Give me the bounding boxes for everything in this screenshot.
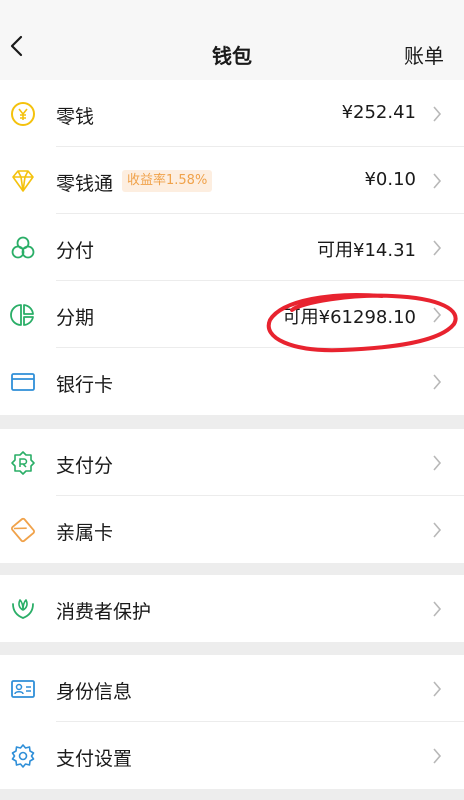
wallet-row-fenqi[interactable]: 分期 可用¥61298.10 (0, 281, 464, 348)
card-icon (11, 373, 35, 391)
chevron-right-icon (433, 681, 442, 697)
chevron-right-icon (433, 307, 442, 323)
gear-icon (11, 744, 35, 768)
wallet-row-bankcard[interactable]: 银行卡 (0, 348, 464, 415)
bill-link[interactable]: 账单 (404, 40, 444, 69)
row-label: 支付分 (56, 455, 114, 477)
wallet-row-fenfu[interactable]: 分付 可用¥14.31 (0, 214, 464, 281)
chevron-right-icon (433, 374, 442, 390)
row-label: 亲属卡 (56, 522, 114, 544)
chevron-right-icon (433, 601, 442, 617)
chevron-right-icon (433, 455, 442, 471)
settings-group: 身份信息 支付设置 (0, 655, 464, 789)
wallet-row-payscore[interactable]: 支付分 (0, 429, 464, 496)
row-value: ¥252.41 (341, 102, 416, 123)
row-label: 身份信息 (56, 681, 133, 703)
row-label: 分期 (56, 307, 95, 329)
circles-icon (11, 236, 35, 259)
chevron-right-icon (433, 173, 442, 189)
row-label: 零钱通 (56, 173, 114, 195)
top-bar: 钱包 账单 (0, 0, 464, 81)
row-label: 支付设置 (56, 748, 133, 770)
row-label: 零钱 (56, 106, 95, 128)
wallet-row-pay-settings[interactable]: 支付设置 (0, 722, 464, 789)
wallet-row-change[interactable]: 零钱 ¥252.41 (0, 80, 464, 147)
row-label: 银行卡 (56, 374, 114, 396)
row-value: 可用¥14.31 (317, 240, 416, 261)
wallet-row-familycard[interactable]: 亲属卡 (0, 496, 464, 563)
wallet-row-identity[interactable]: 身份信息 (0, 655, 464, 722)
chevron-right-icon (433, 748, 442, 764)
wallet-row-consumer-protection[interactable]: 消费者保护 (0, 575, 464, 642)
row-value: 可用¥61298.10 (282, 307, 416, 328)
badge-icon (11, 451, 35, 475)
yield-badge: 收益率1.58% (122, 170, 213, 192)
coin-icon (11, 102, 35, 126)
protect-icon (12, 599, 34, 619)
chevron-right-icon (433, 522, 442, 538)
row-label: 分付 (56, 240, 95, 262)
page-title: 钱包 (212, 44, 252, 68)
id-card-icon (11, 680, 35, 698)
wallet-row-lingqiantong[interactable]: 零钱通 收益率1.58% ¥0.10 (0, 147, 464, 214)
chevron-right-icon (433, 106, 442, 122)
chevron-right-icon (433, 240, 442, 256)
services-group: 支付分 亲属卡 (0, 429, 464, 563)
pie-icon (10, 304, 34, 326)
diamond-icon (12, 170, 34, 192)
protection-group: 消费者保护 (0, 575, 464, 642)
family-card-icon (11, 517, 35, 543)
row-value: ¥0.10 (364, 169, 416, 190)
row-label: 消费者保护 (56, 601, 152, 623)
wallet-group: 零钱 ¥252.41 零钱通 收益率1.58% ¥0.10 分付 可用¥14.3… (0, 80, 464, 415)
